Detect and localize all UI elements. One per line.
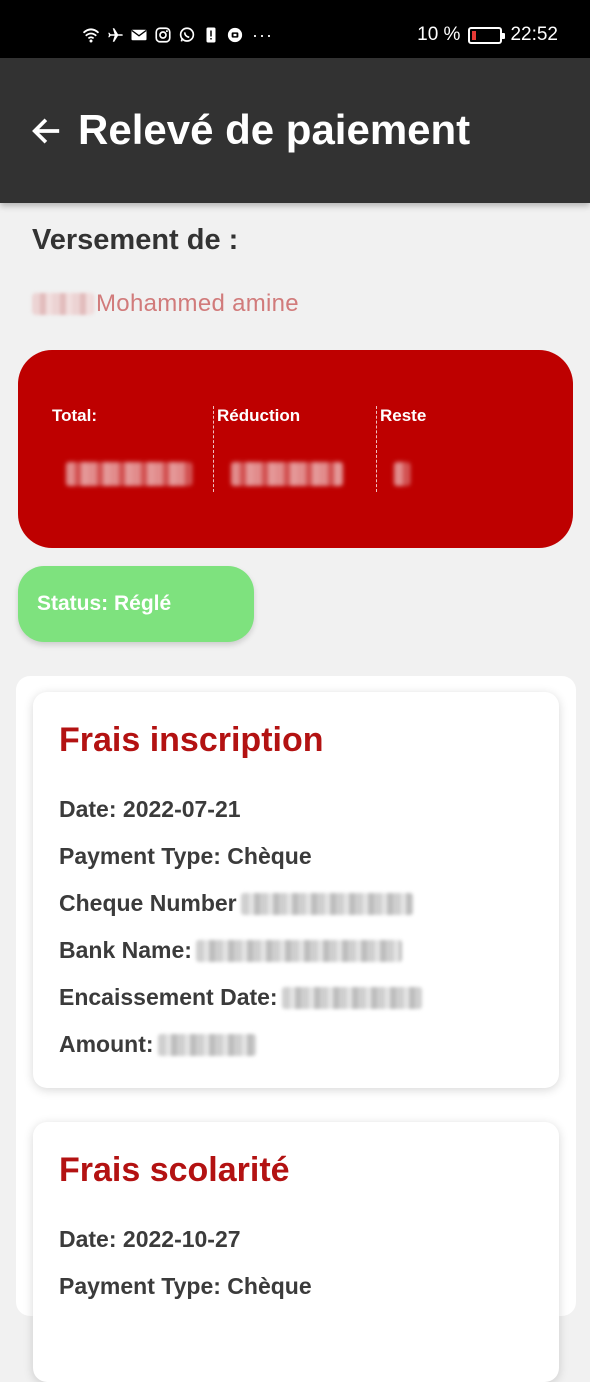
alert-icon [202, 26, 220, 44]
redacted-bank-name [195, 939, 402, 962]
payment-title: Frais inscription [59, 721, 324, 759]
reduction-column: Réduction [213, 406, 343, 492]
app-icon [226, 26, 244, 44]
amount-label: Amount: [59, 1031, 154, 1057]
redacted-reste-value [394, 462, 410, 486]
payer-line: Mohammed amine [32, 290, 299, 318]
redacted-amount [157, 1033, 256, 1056]
notification-icons: ··· [82, 22, 273, 48]
payment-card[interactable]: Frais scolarité Date: 2022-10-27 Payment… [33, 1122, 559, 1382]
cheque-number-row: Cheque Number [59, 880, 559, 927]
encaissement-date-row: Encaissement Date: [59, 974, 559, 1021]
clock: 22:52 [510, 24, 558, 45]
battery-percent: 10 % [417, 24, 461, 45]
total-column: Total: [52, 406, 192, 492]
redacted-cheque-number [240, 892, 413, 915]
status-badge: Status: Réglé [18, 566, 254, 642]
mail-icon [130, 26, 148, 44]
whatsapp-icon [178, 26, 196, 44]
redacted-first-name [32, 293, 94, 315]
cheque-number-label: Cheque Number [59, 890, 237, 916]
payment-date: Date: 2022-10-27 [59, 1226, 241, 1252]
payments-list: Frais inscription Date: 2022-07-21 Payme… [16, 676, 576, 1382]
amount-row: Amount: [59, 1021, 559, 1068]
versement-label: Versement de : [32, 224, 239, 256]
more-notifications-icon: ··· [252, 25, 273, 45]
payment-card[interactable]: Frais inscription Date: 2022-07-21 Payme… [33, 692, 559, 1088]
redacted-reduction-value [231, 462, 343, 486]
back-button[interactable] [28, 113, 64, 149]
redacted-encaissement-date [281, 986, 422, 1009]
redacted-total-value [66, 462, 192, 486]
total-label: Total: [52, 406, 98, 425]
reduction-label: Réduction [217, 406, 301, 425]
arrow-left-icon [32, 118, 60, 144]
reste-column: Reste [376, 406, 426, 492]
instagram-icon [154, 26, 172, 44]
status-right: 10 % 22:52 [417, 22, 558, 48]
payment-type: Payment Type: Chèque [59, 843, 312, 869]
app-bar: Relevé de paiement [0, 58, 590, 203]
airplane-icon [106, 26, 124, 44]
system-status-bar: ··· 10 % 22:52 [0, 0, 590, 58]
payment-title: Frais scolarité [59, 1151, 290, 1189]
wifi-icon [82, 26, 100, 44]
bank-name-label: Bank Name: [59, 937, 192, 963]
battery-icon [468, 26, 506, 44]
reste-label: Reste [380, 406, 427, 425]
payment-type: Payment Type: Chèque [59, 1273, 312, 1299]
bank-name-row: Bank Name: [59, 927, 559, 974]
page-title: Relevé de paiement [78, 106, 471, 153]
payment-summary-card: Total: Réduction Reste [18, 350, 573, 548]
encaissement-date-label: Encaissement Date: [59, 984, 278, 1010]
payment-date: Date: 2022-07-21 [59, 796, 241, 822]
payer-name: Mohammed amine [96, 290, 299, 317]
